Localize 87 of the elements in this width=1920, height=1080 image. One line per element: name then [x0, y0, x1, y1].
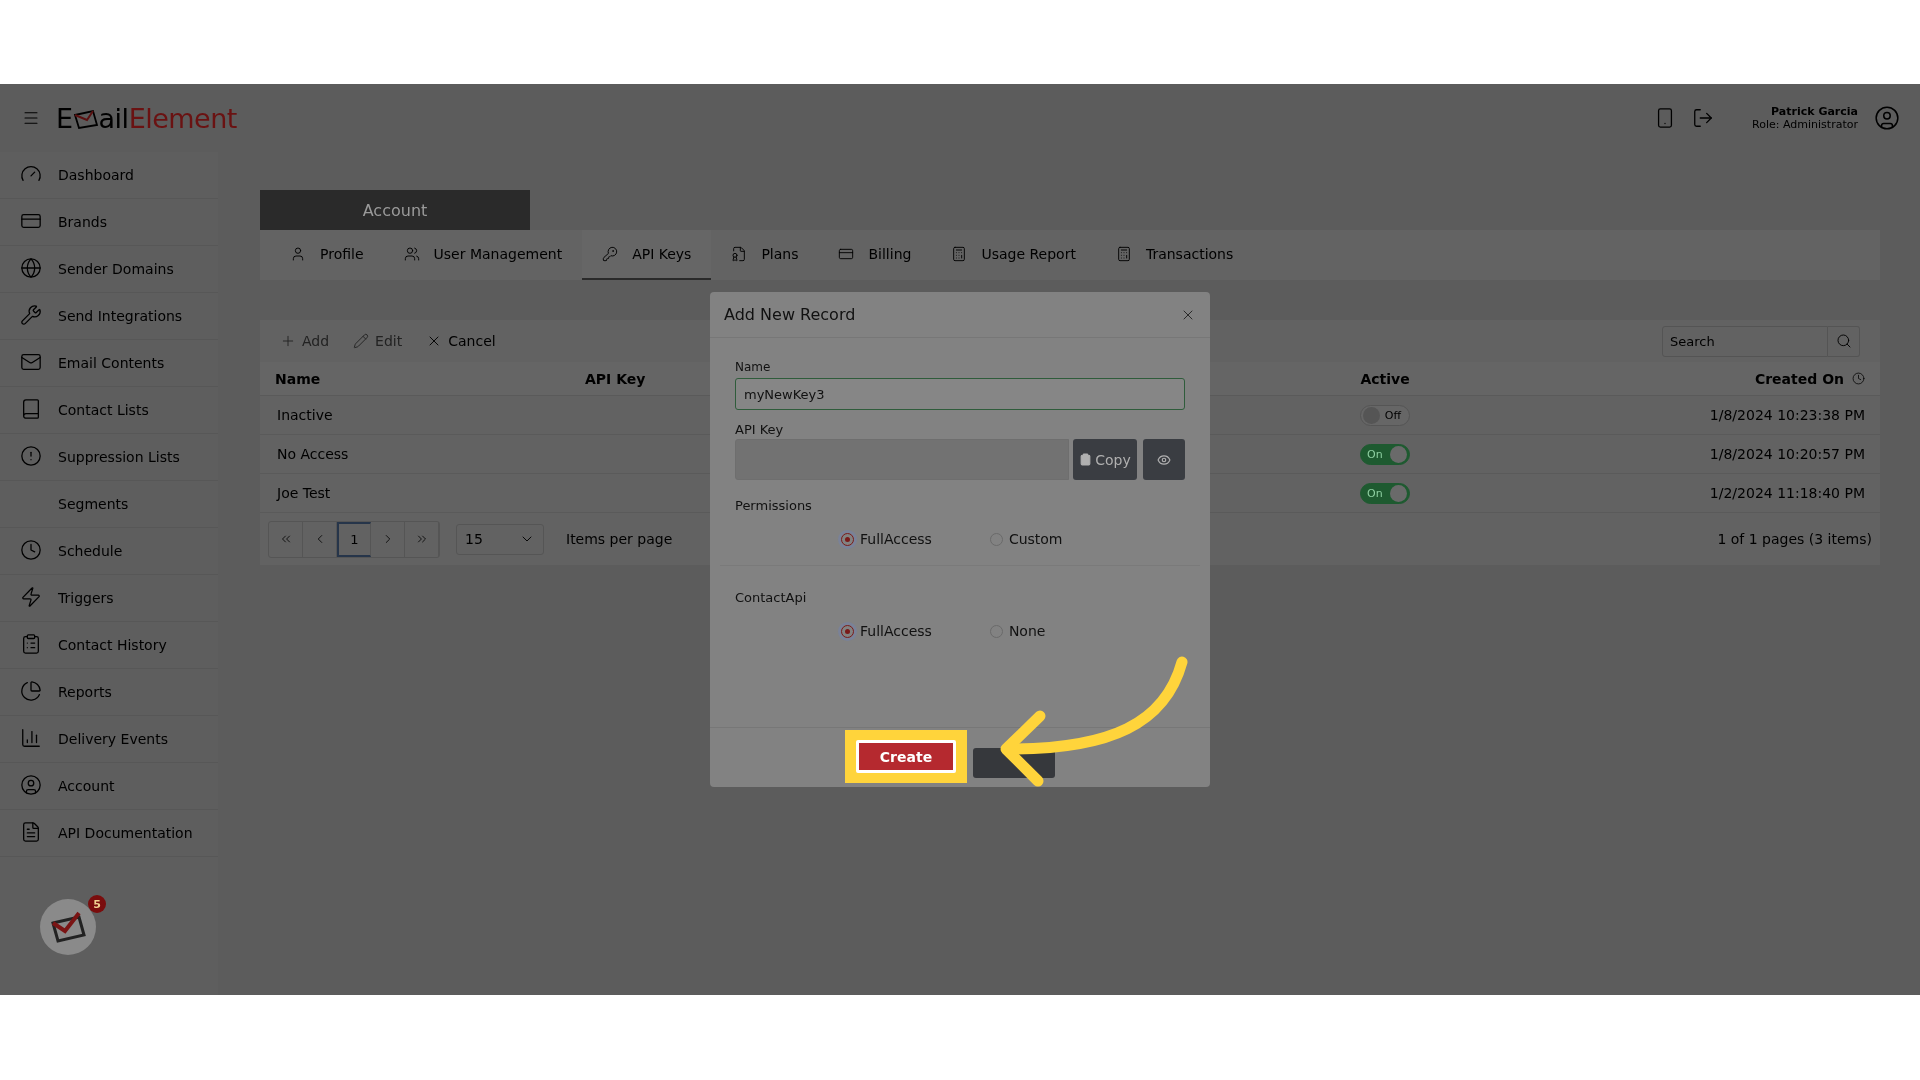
- tab[interactable]: User Management: [383, 230, 583, 280]
- user-name: Patrick Garcia: [1771, 105, 1858, 118]
- sidebar-item[interactable]: Brands: [0, 199, 218, 246]
- radio-option[interactable]: None: [989, 623, 1046, 639]
- page-size-label: Items per page: [566, 531, 673, 547]
- table-cell: Joe Test: [275, 485, 331, 501]
- calculator-icon: [951, 246, 968, 262]
- column-header: API Key: [585, 370, 646, 387]
- user-icon: [20, 774, 42, 796]
- sidebar-item[interactable]: Send Integrations: [0, 293, 218, 340]
- column-header: Active: [1360, 370, 1410, 387]
- sidebar-item[interactable]: Sender Domains: [0, 246, 218, 293]
- tab[interactable]: Usage Report: [931, 230, 1096, 280]
- table-cell: 1/2/2024 11:18:40 PM: [1709, 485, 1865, 501]
- radio-option[interactable]: FullAccess: [841, 623, 932, 639]
- search-button[interactable]: [1828, 325, 1860, 357]
- create-button[interactable]: Create: [856, 740, 956, 773]
- clock-icon: [1852, 372, 1865, 385]
- wrench-icon: [20, 304, 42, 326]
- search-field[interactable]: Search: [1662, 325, 1828, 357]
- logo: E ailElement: [56, 102, 237, 134]
- table-cell-text: No Access: [276, 446, 349, 462]
- bar-chart-icon: [20, 727, 42, 749]
- group-label: Permissions: [735, 498, 813, 513]
- sidebar-item[interactable]: Account: [0, 763, 218, 810]
- users-icon: [403, 246, 420, 262]
- pie-chart-icon: [20, 680, 42, 702]
- tab[interactable]: Billing: [818, 230, 932, 280]
- user-role: Role: Administrator: [1752, 118, 1858, 131]
- sidebar-item[interactable]: Schedule: [0, 528, 218, 575]
- copy-button[interactable]: Copy: [1073, 439, 1137, 480]
- radio-option[interactable]: FullAccess: [841, 531, 932, 547]
- page-button[interactable]: 1: [337, 521, 371, 557]
- book-icon: [20, 398, 42, 420]
- page-title: Account: [260, 190, 530, 230]
- name-field[interactable]: myNewKey3: [735, 378, 1185, 410]
- sidebar-item[interactable]: Triggers: [0, 575, 218, 622]
- show-key-button[interactable]: [1143, 439, 1185, 480]
- sidebar-item[interactable]: Email Contents: [0, 340, 218, 387]
- document-icon: [20, 821, 42, 843]
- table-cell: 1/8/2024 10:20:57 PM: [1709, 446, 1865, 462]
- lightning-icon: [20, 586, 42, 608]
- clock-icon: [20, 539, 42, 561]
- sidebar-item[interactable]: Suppression Lists: [0, 434, 218, 481]
- sidebar-item[interactable]: Dashboard: [0, 152, 218, 199]
- column-header: Name: [275, 370, 321, 387]
- card-icon: [838, 246, 855, 262]
- page-summary: 1 of 1 pages (3 items): [1717, 531, 1872, 547]
- envelope-check-icon: [49, 911, 87, 943]
- field-label: Name: [735, 360, 772, 374]
- tab[interactable]: Transactions: [1095, 230, 1254, 280]
- sidebar-item[interactable]: Segments: [0, 481, 218, 528]
- sidebar-item[interactable]: Reports: [0, 669, 218, 716]
- clipboard-icon: [1079, 453, 1093, 466]
- user-icon: [290, 246, 306, 262]
- clipboard-icon: [20, 633, 42, 655]
- field-label: API Key: [735, 422, 785, 437]
- table-cell-text: Inactive: [276, 407, 333, 423]
- search-icon: [1835, 333, 1852, 349]
- table-cell: 1/8/2024 10:23:38 PM: [1709, 407, 1865, 423]
- column-header: Created On: [1754, 370, 1844, 387]
- key-icon: [602, 246, 619, 262]
- sidebar-item[interactable]: Contact History: [0, 622, 218, 669]
- page-size-select[interactable]: 15: [456, 523, 544, 555]
- tab[interactable]: Plans: [711, 230, 819, 280]
- toggle-switch[interactable]: Off: [1360, 404, 1410, 426]
- mail-icon: [20, 351, 42, 373]
- exit-icon[interactable]: [1692, 107, 1715, 129]
- eye-icon: [1157, 452, 1171, 467]
- user-icon[interactable]: [1874, 105, 1900, 131]
- sidebar-item[interactable]: Delivery Events: [0, 716, 218, 763]
- menu-icon[interactable]: [22, 109, 40, 127]
- toolbar-button[interactable]: Cancel: [426, 333, 496, 349]
- sidebar-item[interactable]: API Documentation: [0, 810, 218, 857]
- group-label: ContactApi: [735, 590, 808, 605]
- plus-icon: [280, 333, 296, 349]
- toggle-switch[interactable]: On: [1360, 443, 1410, 465]
- toggle-switch[interactable]: On: [1360, 482, 1410, 504]
- dialog-title: Add New Record: [724, 305, 856, 324]
- tab[interactable]: Profile: [270, 230, 384, 280]
- alert-icon: [20, 445, 42, 467]
- document-icon: [731, 246, 748, 262]
- globe-icon: [20, 257, 42, 279]
- pencil-icon: [353, 333, 370, 349]
- calculator-icon: [1115, 246, 1132, 262]
- sidebar-item[interactable]: Contact Lists: [0, 387, 218, 434]
- radio-option[interactable]: Custom: [989, 531, 1063, 547]
